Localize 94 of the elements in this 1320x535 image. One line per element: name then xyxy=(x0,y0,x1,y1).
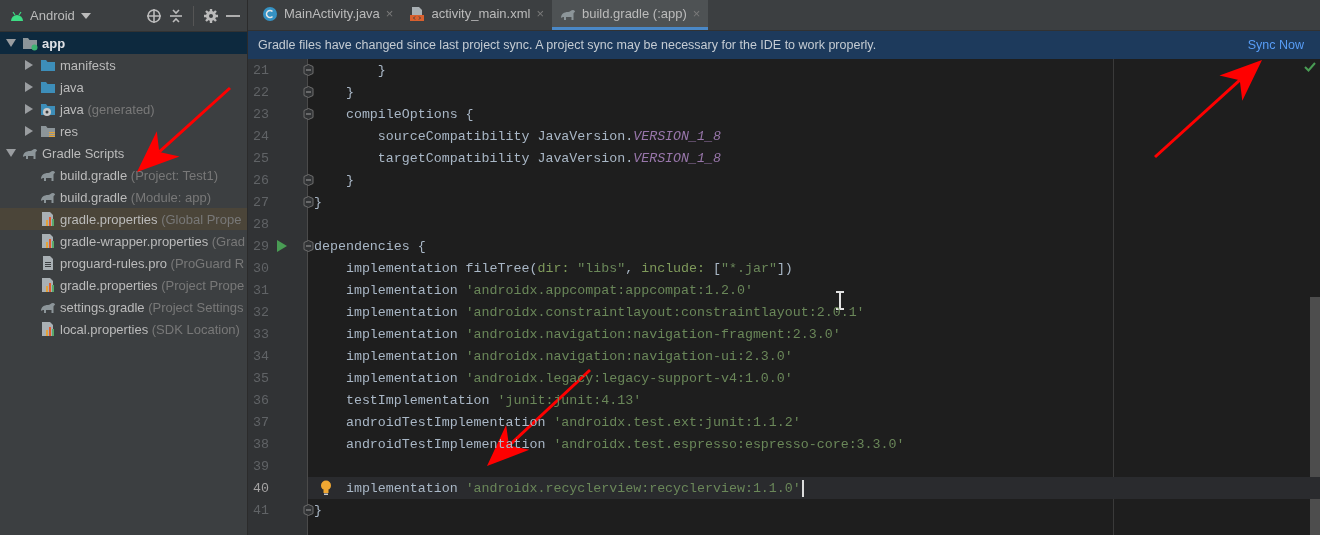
editor-tab[interactable]: activity_main.xml × xyxy=(401,0,552,30)
expanded-arrow-icon[interactable] xyxy=(6,148,16,158)
tree-item[interactable]: gradle.properties (Project Prope xyxy=(0,274,247,296)
collapsed-arrow-icon[interactable] xyxy=(24,60,34,70)
xml-file-icon xyxy=(409,5,426,22)
tree-item[interactable]: java (generated) xyxy=(0,98,247,120)
settings-icon[interactable] xyxy=(203,7,219,24)
tree-item-label: gradle.properties xyxy=(60,211,158,227)
tree-item-label: java xyxy=(60,79,84,95)
tree-item-label: local.properties xyxy=(60,321,149,337)
fold-marker-icon[interactable] xyxy=(303,64,314,76)
caret-icon xyxy=(80,12,91,19)
tree-item[interactable]: settings.gradle (Project Settings xyxy=(0,296,247,318)
fold-marker-icon[interactable] xyxy=(303,196,314,208)
tree-item-label: gradle-wrapper.properties xyxy=(60,233,209,249)
crosshair-icon[interactable] xyxy=(146,7,162,24)
android-icon xyxy=(10,9,24,22)
collapsed-arrow-icon[interactable] xyxy=(24,104,34,114)
tree-item-label: build.gradle xyxy=(60,189,128,205)
light-bulb-icon[interactable] xyxy=(320,480,332,495)
tree-item-detail: (Global Prope xyxy=(160,211,242,227)
code-line: } xyxy=(345,84,354,100)
properties-file-icon xyxy=(40,233,56,249)
collapse-icon[interactable] xyxy=(168,7,184,24)
view-selector[interactable]: Android xyxy=(10,8,91,23)
expanded-arrow-icon[interactable] xyxy=(6,38,16,48)
code-line: targetCompatibility JavaVersion.VERSION_1_8 xyxy=(377,150,721,166)
tree-item-label: proguard-rules.pro xyxy=(60,255,167,271)
code-line: } xyxy=(314,502,322,518)
editor-tab[interactable]: build.gradle (:app) × xyxy=(552,0,709,30)
tree-item-detail: (SDK Location) xyxy=(150,321,240,337)
code-line: implementation 'androidx.navigation:navigation-ui:2.3.0' xyxy=(345,348,793,364)
tree-item-detail: (Project: Test1) xyxy=(129,167,218,183)
tree-item-detail: (generated) xyxy=(86,101,155,117)
code-line: } xyxy=(345,172,354,188)
file-icon xyxy=(40,255,56,271)
fold-marker-icon[interactable] xyxy=(303,108,314,120)
code-line: sourceCompatibility JavaVersion.VERSION_1_8 xyxy=(377,128,721,144)
code-line: implementation fileTree(dir: "libs", include: ["*.jar"]) xyxy=(345,260,793,276)
tree-item[interactable]: gradle-wrapper.properties (Grad xyxy=(0,230,247,252)
fold-marker-icon[interactable] xyxy=(303,174,314,186)
code-line: implementation 'androidx.navigation:navigation-fragment:2.3.0' xyxy=(345,326,841,342)
tree-item[interactable]: build.gradle (Project: Test1) xyxy=(0,164,247,186)
line-number: 40 xyxy=(252,480,269,496)
tree-item[interactable]: local.properties (SDK Location) xyxy=(0,318,247,340)
properties-file-icon xyxy=(40,211,56,227)
folder-icon xyxy=(40,79,56,95)
tree-item-label: gradle.properties xyxy=(60,277,158,293)
tree-item[interactable]: res xyxy=(0,120,247,142)
run-icon[interactable] xyxy=(277,240,287,252)
tree-item[interactable]: java xyxy=(0,76,247,98)
properties-file-icon xyxy=(40,321,56,337)
fold-marker-icon[interactable] xyxy=(303,504,314,516)
text-caret xyxy=(801,479,804,497)
scrollbar[interactable] xyxy=(1310,297,1320,535)
collapsed-arrow-icon[interactable] xyxy=(24,82,34,92)
tree-item-label: manifests xyxy=(60,57,116,73)
fold-marker-icon[interactable] xyxy=(303,240,314,252)
tree-item[interactable]: manifests xyxy=(0,54,247,76)
tree-item-label: java xyxy=(60,101,84,117)
folder-icon xyxy=(40,57,56,73)
tree-item-label: settings.gradle xyxy=(60,299,145,315)
tree-item-label: res xyxy=(60,123,79,139)
fold-marker-icon[interactable] xyxy=(303,86,314,98)
code-line: implementation 'androidx.appcompat:appcompat:1.2.0' xyxy=(345,282,753,298)
tree-item[interactable]: app xyxy=(0,32,247,54)
tree-item-detail: (Project Prope xyxy=(160,277,245,293)
code-line: compileOptions { xyxy=(345,106,474,122)
tree-item[interactable]: gradle.properties (Global Prope xyxy=(0,208,247,230)
tree-item[interactable]: Gradle Scripts xyxy=(0,142,247,164)
check-icon xyxy=(1304,62,1316,72)
generated-folder-icon xyxy=(40,101,56,117)
code-line: } xyxy=(314,194,322,210)
class-icon xyxy=(262,5,278,22)
tree-item-label: build.gradle xyxy=(60,167,128,183)
resource-folder-icon xyxy=(40,123,56,139)
collapsed-arrow-icon[interactable] xyxy=(24,126,34,136)
tree-item-detail: (ProGuard R xyxy=(169,255,245,271)
editor-tab[interactable]: MainActivity.java × xyxy=(254,0,402,30)
tree-item[interactable]: proguard-rules.pro (ProGuard R xyxy=(0,252,247,274)
tree-item-detail: (Module: app) xyxy=(129,189,212,205)
sync-notification-message: Gradle files have changed since last project sync. A project sync may be necessary for the IDE to work properly. xyxy=(258,38,878,52)
code-line: dependencies { xyxy=(314,238,426,254)
tree-item-detail: (Project Settings xyxy=(147,299,244,315)
code-line: implementation 'androidx.recyclerview:recyclerview:1.1.0' xyxy=(345,480,801,496)
tree-item-label: app xyxy=(42,35,66,51)
module-folder-icon xyxy=(22,35,38,51)
sync-now-link[interactable]: Sync Now xyxy=(1247,38,1304,52)
tree-item[interactable]: build.gradle (Module: app) xyxy=(0,186,247,208)
code-line: implementation 'androidx.constraintlayout:constraintlayout:2.0.1' xyxy=(345,304,865,320)
code-line: } xyxy=(377,62,386,78)
properties-file-icon xyxy=(40,277,56,293)
tree-item-label: Gradle Scripts xyxy=(42,145,125,161)
tree-item-detail: (Grad xyxy=(210,233,245,249)
